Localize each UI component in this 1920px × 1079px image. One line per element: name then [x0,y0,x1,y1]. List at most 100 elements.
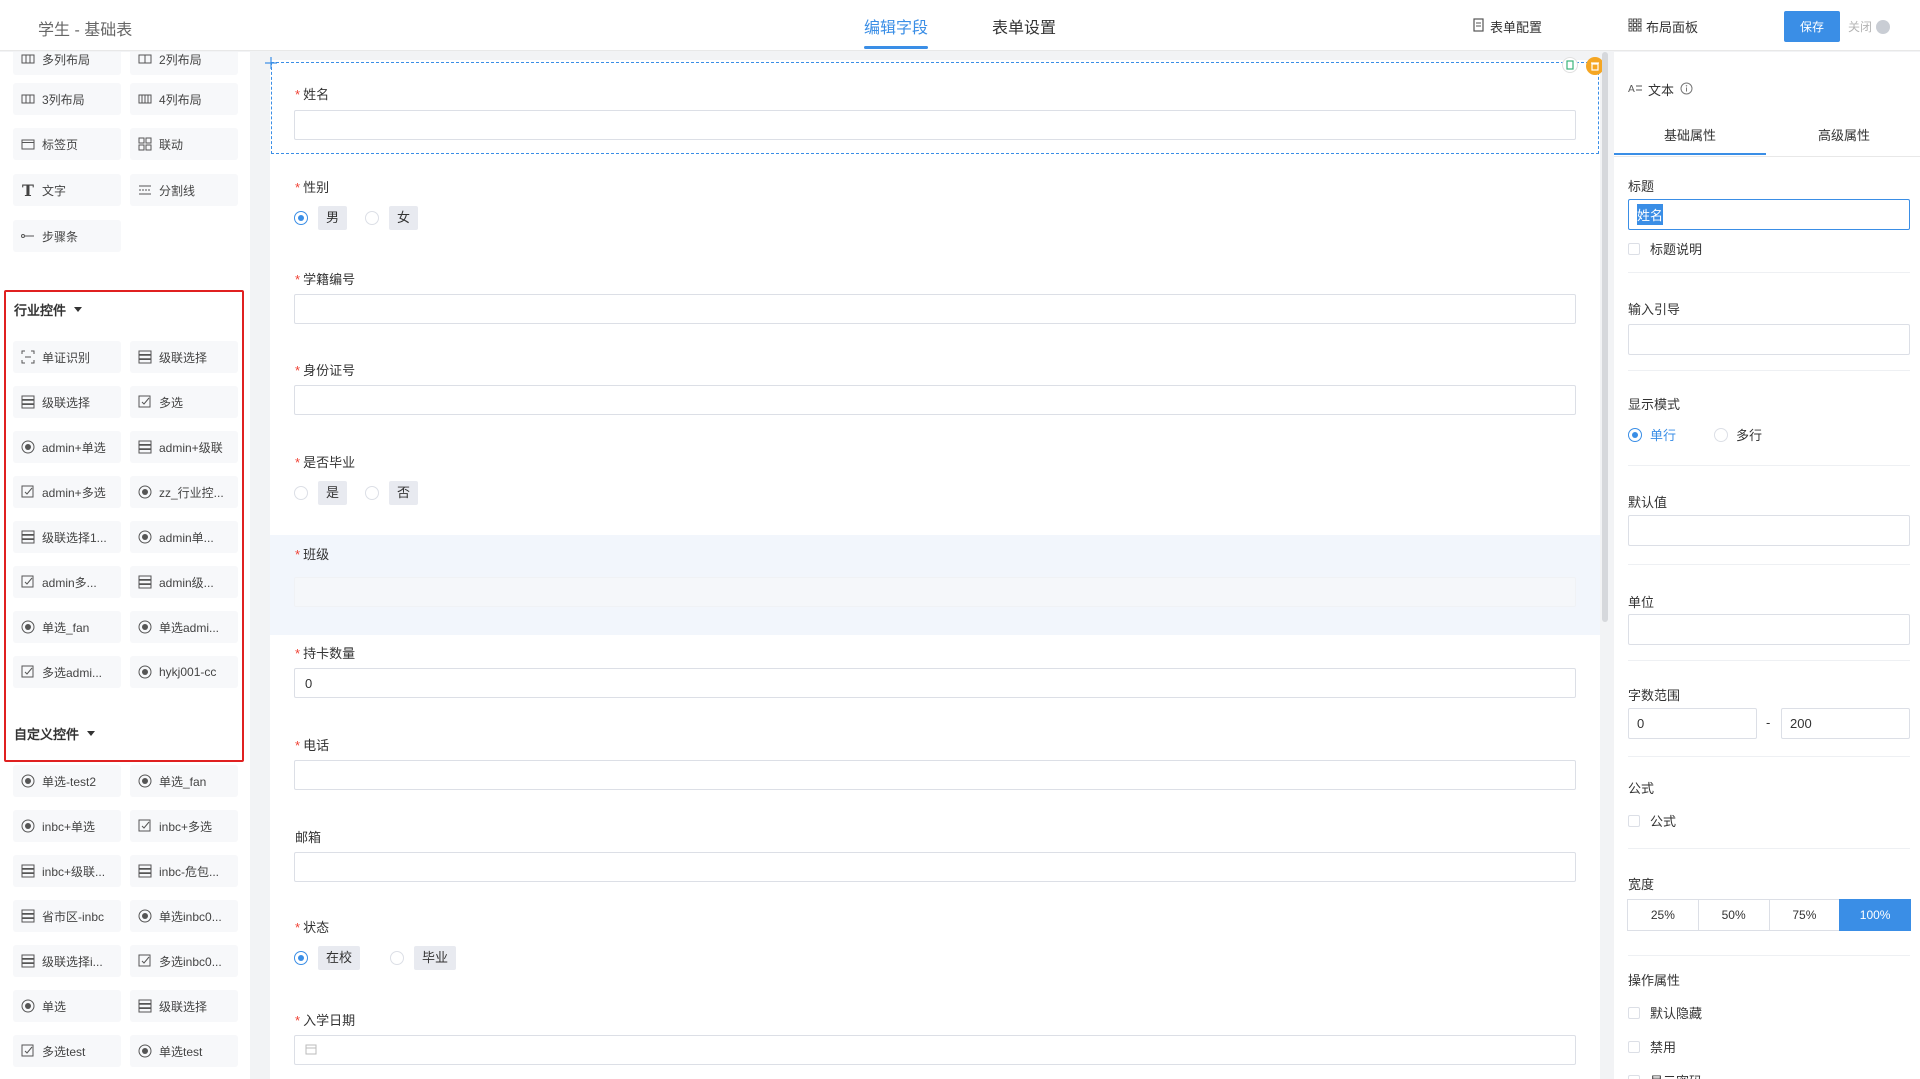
svg-text:A: A [1628,84,1635,94]
gender-radio-male[interactable] [294,211,308,225]
control-type-icon [138,999,152,1013]
grid-icon [1628,18,1642,35]
custom-control-item[interactable]: 多选inbc0... [130,945,238,977]
email-input[interactable] [294,852,1576,882]
tab-form-settings[interactable]: 表单设置 [992,14,1056,38]
card-count-input[interactable]: 0 [294,668,1576,698]
close-toggle-icon [1876,19,1891,34]
custom-control-item[interactable]: 单选-test2 [13,765,121,797]
status-radio-enrolled[interactable] [294,951,308,965]
custom-control-item[interactable]: 单选inbc0... [130,900,238,932]
label-text: 电话 [303,738,330,753]
checkbox[interactable] [1628,1040,1640,1053]
checkbox[interactable] [1628,242,1640,255]
width-100-button[interactable]: 100% [1839,899,1911,931]
title-input[interactable]: 姓名 [1628,199,1910,230]
control-2-col-layout[interactable]: 2列布局 [130,52,238,75]
input-guide-input[interactable] [1628,324,1910,355]
close-button[interactable]: 关闭 [1848,18,1891,35]
unit-input[interactable] [1628,614,1910,645]
formula-checkbox[interactable]: 公式 [1628,811,1676,830]
width-50-button[interactable]: 50% [1697,899,1770,931]
checkbox[interactable] [1628,1006,1640,1019]
field-label-id-card: * 身份证号 [295,360,355,379]
copy-icon[interactable] [1562,57,1578,73]
label-text: 邮箱 [295,830,322,845]
display-mode-label: 显示模式 [1628,397,1681,412]
default-hidden-checkbox[interactable]: 默认隐藏 [1628,1003,1702,1022]
control-3-col-layout[interactable]: 3列布局 [13,83,121,115]
custom-control-item[interactable]: inbc-危包... [130,855,238,887]
control-multi-col-layout[interactable]: 多列布局 [13,52,121,75]
layout-panel-button[interactable]: 布局面板 [1628,17,1698,36]
control-type-icon [21,954,35,968]
custom-control-item[interactable]: 单选 [13,990,121,1022]
custom-control-item[interactable]: inbc+单选 [13,810,121,842]
info-icon[interactable] [1680,82,1693,98]
class-input[interactable] [294,577,1576,607]
form-scrollbar[interactable] [1602,52,1608,622]
graduated-radio-no[interactable] [365,486,380,500]
tab-basic-properties[interactable]: 基础属性 [1614,125,1766,155]
form-card: * 姓名 * 性别 男 女 * 学籍编号 * 身份证号 * 是否毕业 是 否 * 班级 * 持… [265,57,1604,1079]
phone-input[interactable] [294,760,1576,790]
name-input[interactable] [294,110,1576,140]
control-divider[interactable]: 分割线 [130,174,238,206]
control-tabs[interactable]: 标签页 [13,128,121,160]
control-text[interactable]: T 文字 [13,174,121,206]
top-bar: 学生 - 基础表 编辑字段 表单设置 表单配置 布局面板 保存 关闭 [0,0,1920,51]
divider [1628,848,1910,849]
display-mode-single-radio[interactable] [1628,427,1642,442]
properties-title: 文本 [1648,83,1675,98]
custom-control-item[interactable]: 单选_fan [130,765,238,797]
columns-icon [21,52,35,66]
custom-control-item[interactable]: 单选test [130,1035,238,1067]
tab-edit-fields[interactable]: 编辑字段 [864,14,929,49]
show-password-checkbox[interactable]: 显示密码 [1628,1071,1702,1079]
divider [1628,272,1910,273]
divider [1628,756,1910,757]
control-linkage[interactable]: 联动 [130,128,238,160]
custom-control-item[interactable]: 省市区-inbc [13,900,121,932]
title-desc-checkbox[interactable]: 标题说明 [1628,239,1702,258]
save-button[interactable]: 保存 [1784,11,1840,42]
required-mark: * [295,1013,301,1028]
student-no-input[interactable] [294,294,1576,324]
control-label: 分割线 [159,183,196,198]
control-label: 多选inbc0... [159,954,222,969]
id-card-input[interactable] [294,385,1576,415]
control-label: 多列布局 [42,52,91,67]
status-radio-graduated[interactable] [390,951,405,965]
char-max-input[interactable]: 200 [1781,708,1910,739]
divider [1628,660,1910,661]
control-label: inbc+级联... [42,864,106,879]
title-label: 标题 [1628,179,1655,194]
checkbox[interactable] [1628,814,1640,827]
enroll-date-input[interactable] [294,1035,1576,1065]
custom-control-item[interactable]: inbc+多选 [130,810,238,842]
control-steps[interactable]: 步骤条 [13,220,121,252]
disabled-checkbox[interactable]: 禁用 [1628,1037,1676,1056]
graduated-radio-yes[interactable] [294,486,308,500]
drag-handle-icon[interactable] [264,56,278,73]
display-mode-multi-radio[interactable] [1714,427,1729,442]
char-min-input[interactable]: 0 [1628,708,1757,739]
control-label: 单选_fan [159,774,207,789]
checkbox[interactable] [1628,1074,1640,1079]
custom-control-item[interactable]: 级联选择 [130,990,238,1022]
default-value-input[interactable] [1628,515,1910,546]
width-75-button[interactable]: 75% [1768,899,1841,931]
status-radio-group: 在校 毕业 [294,946,457,970]
control-4-col-layout[interactable]: 4列布局 [130,83,238,115]
control-type-icon [21,774,35,788]
custom-control-item[interactable]: 级联选择i... [13,945,121,977]
checkbox-label: 显示密码 [1650,1071,1702,1079]
custom-control-item[interactable]: inbc+级联... [13,855,121,887]
gender-radio-female[interactable] [365,211,380,225]
custom-control-item[interactable]: 多选test [13,1035,121,1067]
tab-advanced-properties[interactable]: 高级属性 [1768,125,1920,155]
linkage-icon [138,137,152,151]
width-25-button[interactable]: 25% [1627,899,1699,931]
form-config-icon [1472,18,1486,35]
form-config-button[interactable]: 表单配置 [1472,17,1542,36]
